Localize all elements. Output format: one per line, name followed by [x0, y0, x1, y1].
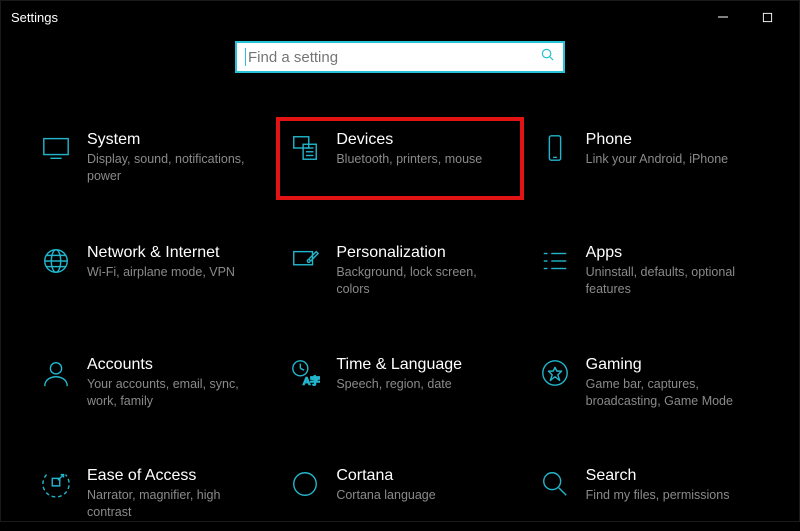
- tile-title: Time & Language: [336, 356, 511, 374]
- tile-title: Phone: [586, 131, 761, 149]
- tile-desc: Narrator, magnifier, high contrast: [87, 487, 262, 521]
- tile-desc: Link your Android, iPhone: [586, 151, 761, 168]
- tile-desc: Display, sound, notifications, power: [87, 151, 262, 185]
- tile-desc: Bluetooth, printers, mouse: [336, 151, 511, 168]
- devices-icon: [288, 133, 322, 163]
- person-icon: [39, 358, 73, 388]
- tile-desc: Cortana language: [336, 487, 511, 504]
- tile-ease-of-access[interactable]: Ease of Access Narrator, magnifier, high…: [31, 457, 270, 531]
- tile-desc: Find my files, permissions: [586, 487, 761, 504]
- svg-text:A字: A字: [303, 374, 320, 387]
- tile-system[interactable]: System Display, sound, notifications, po…: [31, 121, 270, 196]
- tile-title: Network & Internet: [87, 244, 262, 262]
- tile-desc: Wi-Fi, airplane mode, VPN: [87, 264, 262, 281]
- search-input[interactable]: [246, 48, 540, 67]
- globe-icon: [39, 246, 73, 276]
- display-icon: [39, 133, 73, 163]
- tile-phone[interactable]: Phone Link your Android, iPhone: [530, 121, 769, 196]
- tile-network[interactable]: Network & Internet Wi-Fi, airplane mode,…: [31, 234, 270, 308]
- brush-icon: [288, 246, 322, 276]
- tile-title: Personalization: [336, 244, 511, 262]
- cortana-icon: [288, 469, 322, 499]
- tile-personalization[interactable]: Personalization Background, lock screen,…: [280, 234, 519, 308]
- tile-apps[interactable]: Apps Uninstall, defaults, optional featu…: [530, 234, 769, 308]
- tile-accounts[interactable]: Accounts Your accounts, email, sync, wor…: [31, 346, 270, 420]
- search-icon: [540, 47, 555, 67]
- maximize-button[interactable]: [745, 2, 789, 32]
- tile-gaming[interactable]: Gaming Game bar, captures, broadcasting,…: [530, 346, 769, 420]
- tile-title: Cortana: [336, 467, 511, 485]
- phone-icon: [538, 133, 572, 163]
- tile-cortana[interactable]: Cortana Cortana language: [280, 457, 519, 531]
- tile-title: Gaming: [586, 356, 761, 374]
- tile-title: System: [87, 131, 262, 149]
- settings-grid: System Display, sound, notifications, po…: [1, 73, 799, 531]
- tile-devices[interactable]: Devices Bluetooth, printers, mouse: [276, 117, 523, 200]
- gaming-icon: [538, 358, 572, 388]
- tile-title: Apps: [586, 244, 761, 262]
- window-controls: [701, 2, 789, 32]
- tile-title: Accounts: [87, 356, 262, 374]
- tile-title: Devices: [336, 131, 511, 149]
- tile-desc: Background, lock screen, colors: [336, 264, 511, 298]
- minimize-button[interactable]: [701, 2, 745, 32]
- search-box[interactable]: [235, 41, 565, 73]
- tile-search[interactable]: Search Find my files, permissions: [530, 457, 769, 531]
- window-title: Settings: [11, 10, 58, 25]
- tile-time[interactable]: A字 Time & Language Speech, region, date: [280, 346, 519, 420]
- apps-icon: [538, 246, 572, 276]
- search-category-icon: [538, 469, 572, 499]
- tile-desc: Uninstall, defaults, optional features: [586, 264, 761, 298]
- tile-desc: Your accounts, email, sync, work, family: [87, 376, 262, 410]
- time-language-icon: A字: [288, 358, 322, 388]
- title-bar: Settings: [1, 1, 799, 33]
- tile-desc: Game bar, captures, broadcasting, Game M…: [586, 376, 761, 410]
- tile-desc: Speech, region, date: [336, 376, 511, 393]
- tile-title: Ease of Access: [87, 467, 262, 485]
- tile-title: Search: [586, 467, 761, 485]
- ease-of-access-icon: [39, 469, 73, 499]
